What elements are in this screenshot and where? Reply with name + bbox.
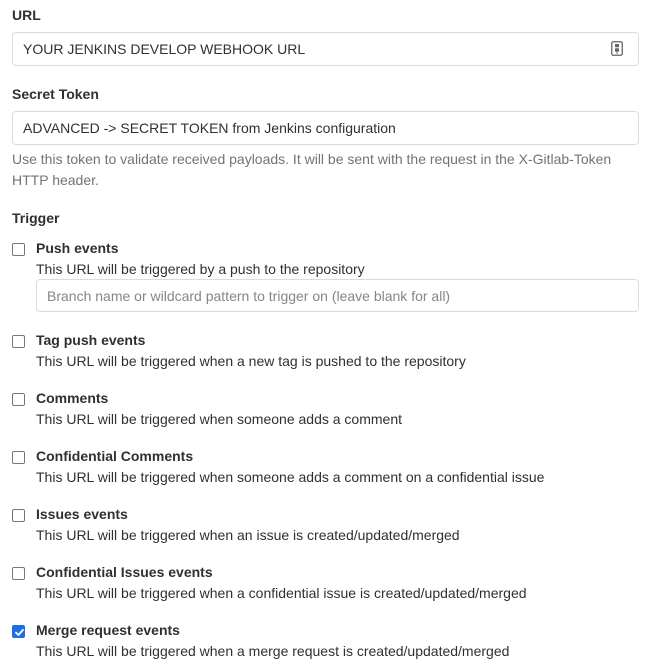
password-key-icon[interactable]	[611, 41, 623, 56]
confidential-comments-title: Confidential Comments	[36, 448, 194, 464]
branch-filter-input[interactable]	[36, 279, 639, 312]
secret-token-input[interactable]	[12, 111, 639, 145]
issues-events-checkbox[interactable]	[12, 509, 25, 522]
issues-events-description: This URL will be triggered when an issue…	[36, 527, 460, 543]
trigger-label: Trigger	[12, 210, 60, 226]
webhook-settings-form: URL Secret Token Use this token to valid…	[0, 0, 654, 669]
tag-push-events-description: This URL will be triggered when a new ta…	[36, 353, 466, 369]
checkmark-icon	[15, 628, 24, 636]
confidential-issues-events-description: This URL will be triggered when a confid…	[36, 585, 527, 601]
push-events-title: Push events	[36, 240, 119, 256]
secret-token-help-text: Use this token to validate received payl…	[12, 151, 612, 188]
url-label: URL	[12, 7, 41, 23]
issues-events-title: Issues events	[36, 506, 128, 522]
comments-title: Comments	[36, 390, 109, 406]
comments-description: This URL will be triggered when someone …	[36, 411, 402, 427]
push-events-description: This URL will be triggered by a push to …	[36, 261, 365, 277]
push-events-checkbox[interactable]	[12, 243, 25, 256]
confidential-issues-events-checkbox[interactable]	[12, 567, 25, 580]
url-input[interactable]	[12, 32, 639, 66]
tag-push-events-checkbox[interactable]	[12, 335, 25, 348]
confidential-comments-description: This URL will be triggered when someone …	[36, 469, 545, 485]
secret-token-label: Secret Token	[12, 86, 99, 102]
confidential-comments-checkbox[interactable]	[12, 451, 25, 464]
confidential-issues-events-title: Confidential Issues events	[36, 564, 213, 580]
merge-request-events-description: This URL will be triggered when a merge …	[36, 643, 510, 659]
tag-push-events-title: Tag push events	[36, 332, 146, 348]
comments-checkbox[interactable]	[12, 393, 25, 406]
merge-request-events-checkbox[interactable]	[12, 625, 25, 638]
merge-request-events-title: Merge request events	[36, 622, 180, 638]
